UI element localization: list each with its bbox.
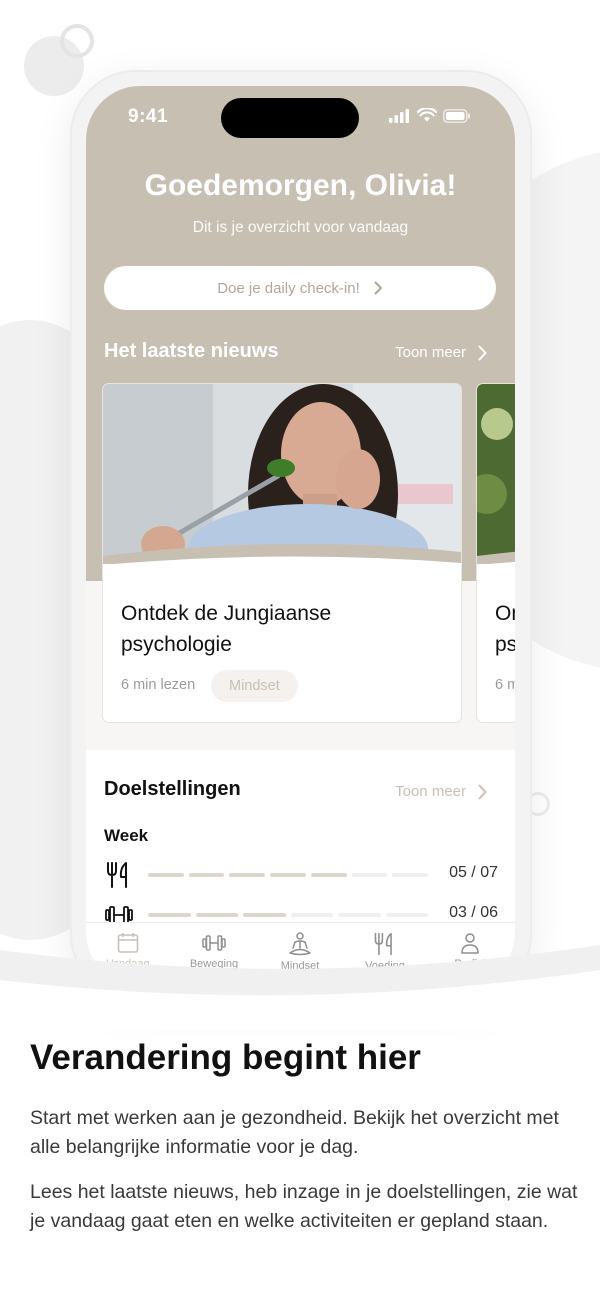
goal-segment-empty [290, 913, 333, 917]
goal-progress-value: 03 / 06 [449, 904, 498, 921]
woman-eating-photo [103, 384, 461, 564]
news-card[interactable]: Ontdek de Jungiaanse psychologie 6 min l… [103, 384, 461, 722]
news-card-image [103, 384, 461, 564]
goals-show-more-label: Toon meer [395, 783, 466, 800]
goal-segment-empty [385, 913, 428, 917]
plant-photo [477, 384, 515, 564]
goal-segment-complete [310, 873, 347, 877]
status-icons [389, 108, 471, 123]
news-card-image [477, 384, 515, 564]
goal-progress-bar [148, 873, 428, 877]
chevron-right-icon [374, 281, 382, 295]
greeting-subtitle: Dit is je overzicht voor vandaag [192, 219, 409, 236]
daily-checkin-button[interactable]: Doe je daily check-in! [104, 266, 496, 310]
goal-segment-complete [229, 873, 266, 877]
card-wave [103, 556, 461, 579]
news-card-tag: Mindset [211, 670, 298, 702]
decor-wave [0, 945, 600, 1030]
goal-row[interactable]: 05 / 07 [104, 860, 498, 890]
goal-segment-empty [351, 873, 388, 877]
goals-period-label: Week [104, 826, 149, 845]
greeting-title: Goedemorgen, Olivia! [144, 169, 457, 202]
news-card-title: Ontdek de Jungiaanse psychologie [121, 602, 332, 656]
card-wave [477, 561, 515, 579]
news-card-read-time: 6 m [495, 677, 515, 693]
fork-knife-icon [107, 862, 127, 888]
wifi-icon [417, 108, 437, 122]
decor-ring [60, 24, 94, 58]
goal-progress-value: 05 / 07 [449, 864, 498, 881]
goals-section-title: Doelstellingen [104, 778, 241, 800]
news-card-title: On ps [495, 602, 515, 656]
signal-icon [389, 108, 409, 123]
promo-headline: Verandering begint hier [30, 1038, 421, 1077]
promo-paragraph: Lees het laatste nieuws, heb inzage in j… [30, 1181, 578, 1232]
goal-segment-complete [188, 873, 225, 877]
checkin-label: Doe je daily check-in! [217, 279, 360, 297]
goal-progress-bar [148, 913, 428, 917]
news-section-title: Het laatste nieuws [104, 340, 279, 362]
status-time: 9:41 [128, 106, 169, 127]
news-card-read-time: 6 min lezen [121, 677, 196, 693]
goal-segment-complete [195, 913, 238, 917]
goals-show-more-link[interactable]: Toon meer [395, 783, 487, 800]
goal-segment-empty [392, 873, 428, 877]
goal-segment-complete [148, 873, 184, 877]
goal-segment-empty [338, 913, 381, 917]
promo-paragraph: Start met werken aan je gezondheid. Beki… [30, 1107, 559, 1158]
dynamic-island [221, 98, 359, 138]
news-card[interactable]: On ps 6 m [477, 384, 515, 722]
chevron-right-icon [478, 784, 487, 799]
goal-segment-complete [148, 913, 191, 917]
goal-segment-complete [270, 873, 306, 877]
news-show-more-label: Toon meer [395, 344, 466, 361]
goal-segment-complete [243, 913, 286, 917]
news-show-more-link[interactable]: Toon meer [395, 344, 487, 361]
battery-icon [443, 108, 470, 123]
chevron-right-icon [478, 345, 487, 360]
app-screen: 9:41 Goedemorgen, Olivia! Dit is je over… [86, 86, 515, 986]
